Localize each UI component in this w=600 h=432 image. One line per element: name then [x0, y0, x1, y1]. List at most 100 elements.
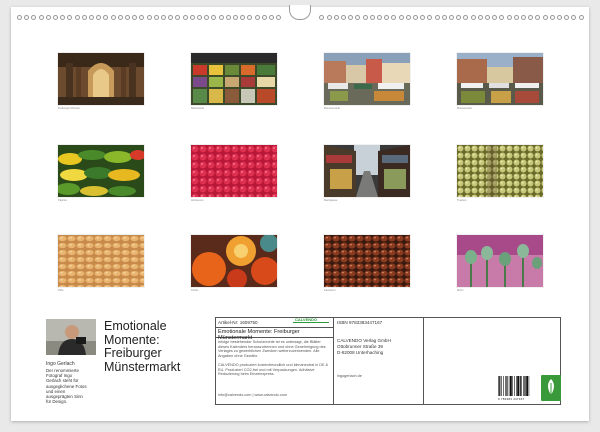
photo-pumpkins	[191, 235, 277, 287]
binding-hole	[153, 15, 159, 20]
calendar-title-line: Emotionale	[104, 319, 167, 333]
photo-caption: Münstermarkt	[324, 107, 340, 110]
binding-hole	[38, 15, 44, 20]
author-bio: Der renommierte Fotograf Ingo Gerlach st…	[46, 368, 87, 405]
isbn-barcode: 9 783383 447167	[496, 375, 536, 401]
author-photo	[46, 319, 96, 355]
binding-hole	[146, 15, 152, 20]
binding-hole	[398, 15, 404, 20]
binding-hole	[161, 15, 166, 20]
binding-hole	[362, 15, 368, 20]
barcode-bar	[517, 376, 519, 396]
calendar-title-line: Momente:	[104, 332, 160, 347]
binding-hole	[441, 15, 447, 20]
binding-hole	[197, 15, 202, 20]
binding-hole	[578, 15, 584, 20]
photo-market-church	[457, 53, 543, 105]
calvendo-logo-text: CALVENDO	[295, 317, 318, 322]
photo-raspberries	[191, 145, 277, 197]
calendar-title-line: Münstermarkt	[104, 359, 181, 374]
barcode-bar	[519, 376, 521, 396]
photo-caption: Freiburger Münster	[58, 107, 81, 110]
binding-hole	[413, 15, 418, 20]
publisher-street: Ottobrunner Straße 39	[337, 344, 383, 349]
binding-hole	[132, 15, 138, 20]
photo-chestnuts	[324, 235, 410, 287]
isbn: ISBN 9783383447167	[337, 320, 383, 325]
binding-hole	[492, 15, 498, 20]
binding-hole	[218, 15, 224, 20]
photo-caption: Marktgasse	[324, 199, 338, 202]
binding-hole	[125, 15, 130, 20]
legal-notice: Infolge bestehender Schutzrechte ist es …	[218, 340, 326, 358]
binding-hole	[53, 15, 58, 20]
barcode-bar	[521, 376, 522, 396]
binding-hole	[470, 15, 476, 20]
binding-hole	[175, 15, 181, 20]
binding-hole	[420, 15, 426, 20]
barcode-bar	[506, 376, 508, 396]
binding-hole	[427, 15, 433, 20]
binding-hole	[355, 15, 361, 20]
binding-hole	[348, 15, 354, 20]
calvendo-logo: CALVENDO	[293, 317, 329, 326]
barcode-bar	[505, 376, 506, 396]
binding-hole	[571, 15, 577, 20]
barcode-bar	[501, 376, 502, 396]
binding-hole	[103, 15, 109, 20]
eco-notice: CALVENDO produziert kostenfreundlich und…	[218, 363, 329, 377]
binding-hole	[254, 15, 260, 20]
binding-hole	[535, 15, 541, 20]
binding-hole	[499, 15, 505, 20]
photo-market-square	[324, 53, 410, 105]
binding-hole	[506, 15, 512, 20]
binding-hole	[96, 15, 102, 20]
imprint-divider	[215, 327, 333, 328]
binding-hole	[31, 15, 37, 20]
binding-hole	[17, 15, 22, 20]
publisher-name: CALVENDO Verlag GmbH	[337, 338, 391, 343]
binding-hole	[139, 15, 145, 20]
binding-hole	[225, 15, 231, 20]
binding-hole	[549, 15, 555, 20]
binding-hole	[168, 15, 174, 20]
binding-hole	[391, 15, 397, 20]
calendar-back-page: Freiburger Münster Marktstand Münstermar…	[11, 5, 589, 421]
binding-hole	[326, 15, 332, 20]
barcode-bar	[514, 376, 515, 396]
calendar-title: Emotionale Momente: Freiburger Münsterma…	[104, 319, 214, 374]
photo-poppy-pods	[457, 235, 543, 287]
binding-hole	[233, 15, 238, 20]
author-website: ingogerlach.de	[337, 374, 362, 378]
binding-hole	[89, 15, 94, 20]
photo-cathedral-interior	[58, 53, 144, 105]
imprint-divider	[423, 317, 424, 405]
binding-hole	[463, 15, 469, 20]
binding-hole	[513, 15, 519, 20]
barcode-bar	[524, 376, 526, 396]
binding-hole	[449, 15, 454, 20]
photo-grapes	[457, 145, 543, 197]
binding-hole	[528, 15, 534, 20]
barcode-bar	[508, 376, 510, 396]
barcode-bar	[528, 376, 530, 396]
binding-hole	[67, 15, 73, 20]
binding-hole	[341, 15, 346, 20]
binding-hole	[182, 15, 188, 20]
binding-hole	[81, 15, 87, 20]
binding-hole	[369, 15, 375, 20]
photo-caption: Marktstand	[191, 107, 204, 110]
binding-hole	[204, 15, 210, 20]
barcode-bar	[503, 376, 504, 396]
photo-caption: Kastanien	[324, 289, 336, 292]
photo-peppers	[58, 145, 144, 197]
photo-caption: Himbeeren	[191, 199, 204, 202]
imprint-divider	[333, 317, 334, 405]
barcode-number: 9 783383 447167	[498, 397, 525, 401]
binding-hole	[521, 15, 526, 20]
binding-hole	[240, 15, 246, 20]
calvendo-contact: info@calvendo.com | www.calvendo.com	[218, 393, 287, 397]
binding-hole	[333, 15, 339, 20]
binding-hole	[276, 15, 282, 20]
binding-hole	[485, 15, 490, 20]
